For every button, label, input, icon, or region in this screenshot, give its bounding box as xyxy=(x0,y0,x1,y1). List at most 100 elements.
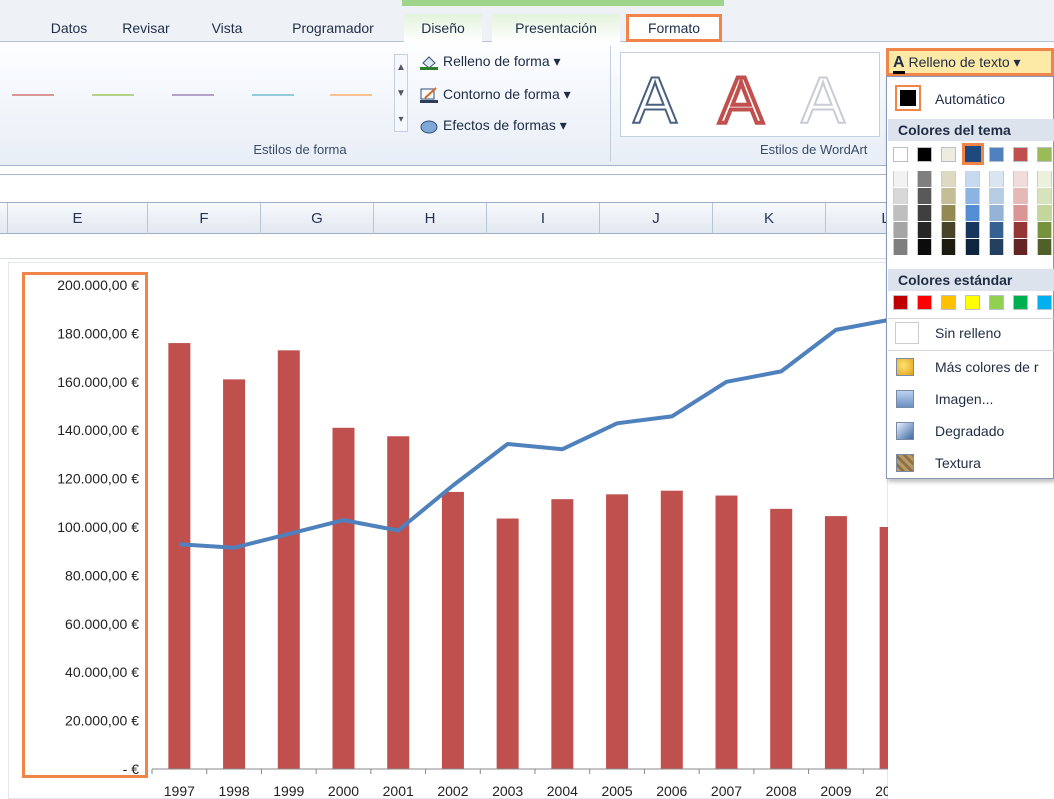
theme-shade-swatch[interactable] xyxy=(965,171,980,187)
column-header-J[interactable]: J xyxy=(600,203,713,234)
shape-fill-label: Relleno de forma ▾ xyxy=(443,53,561,69)
theme-shade-swatch[interactable] xyxy=(965,222,980,238)
theme-shade-swatch[interactable] xyxy=(941,205,956,221)
bar-2004[interactable] xyxy=(551,499,574,769)
theme-shade-swatch[interactable] xyxy=(941,188,956,204)
theme-shade-swatch[interactable] xyxy=(893,239,908,255)
theme-shade-swatch[interactable] xyxy=(965,188,980,204)
theme-shade-swatch[interactable] xyxy=(941,171,956,187)
column-header-G[interactable]: G xyxy=(261,203,374,234)
theme-shade-swatch[interactable] xyxy=(917,222,932,238)
theme-shade-swatch[interactable] xyxy=(1013,239,1028,255)
theme-shade-swatch[interactable] xyxy=(965,205,980,221)
bar-2009[interactable] xyxy=(824,516,847,769)
bar-1997[interactable] xyxy=(168,343,191,769)
theme-shade-swatch[interactable] xyxy=(1037,239,1052,255)
theme-color-swatch[interactable] xyxy=(1037,147,1052,162)
theme-color-swatch[interactable] xyxy=(917,147,932,162)
bar-2002[interactable] xyxy=(441,491,464,769)
theme-color-swatch[interactable] xyxy=(962,143,984,165)
line-style-preview[interactable] xyxy=(172,94,214,96)
tab-presentación[interactable]: Presentación xyxy=(492,14,620,42)
theme-shade-swatch[interactable] xyxy=(1037,171,1052,187)
wordart-gallery[interactable]: A A A xyxy=(620,52,880,139)
theme-shade-swatch[interactable] xyxy=(965,239,980,255)
theme-shade-swatch[interactable] xyxy=(917,205,932,221)
column-header-I[interactable]: I xyxy=(487,203,600,234)
bar-2003[interactable] xyxy=(496,518,519,769)
theme-shade-swatch[interactable] xyxy=(941,239,956,255)
standard-color-swatch[interactable] xyxy=(917,295,932,310)
theme-shade-swatch[interactable] xyxy=(917,239,932,255)
theme-shade-swatch[interactable] xyxy=(1013,205,1028,221)
bar-2005[interactable] xyxy=(606,494,629,769)
tab-formato[interactable]: Formato xyxy=(626,14,722,42)
theme-color-swatch[interactable] xyxy=(1013,147,1028,162)
theme-shade-swatch[interactable] xyxy=(893,222,908,238)
bar-2006[interactable] xyxy=(660,490,683,769)
bar-2001[interactable] xyxy=(387,436,410,769)
tab-diseño[interactable]: Diseño xyxy=(404,14,482,42)
line-style-preview[interactable] xyxy=(92,94,134,96)
gradient-item[interactable]: Degradado xyxy=(887,417,1054,445)
theme-shade-swatch[interactable] xyxy=(1013,188,1028,204)
corner-cell[interactable] xyxy=(0,203,8,234)
picture-item[interactable]: Imagen... xyxy=(887,385,1054,413)
theme-shade-swatch[interactable] xyxy=(893,188,908,204)
theme-shade-swatch[interactable] xyxy=(1037,205,1052,221)
column-header-H[interactable]: H xyxy=(374,203,487,234)
standard-color-swatch[interactable] xyxy=(893,295,908,310)
texture-item[interactable]: Textura xyxy=(887,449,1054,477)
theme-shade-swatch[interactable] xyxy=(893,205,908,221)
theme-shade-swatch[interactable] xyxy=(989,222,1004,238)
text-fill-icon: A xyxy=(893,54,905,74)
standard-color-swatch[interactable] xyxy=(1013,295,1028,310)
theme-color-swatch[interactable] xyxy=(989,147,1004,162)
standard-color-swatch[interactable] xyxy=(1037,295,1052,310)
tab-vista[interactable]: Vista xyxy=(192,14,262,42)
standard-color-swatch[interactable] xyxy=(989,295,1004,310)
x-axis-tick-label: 2009 xyxy=(820,783,851,799)
no-fill-item[interactable]: Sin relleno xyxy=(887,319,1054,347)
theme-shade-swatch[interactable] xyxy=(1037,222,1052,238)
line-style-preview[interactable] xyxy=(12,94,54,96)
gallery-scroll[interactable]: ▲ ▼ ▾ xyxy=(394,54,408,132)
theme-shade-swatch[interactable] xyxy=(917,188,932,204)
theme-color-swatch[interactable] xyxy=(941,147,956,162)
theme-shade-swatch[interactable] xyxy=(941,222,956,238)
theme-shade-swatch[interactable] xyxy=(1013,222,1028,238)
line-style-preview[interactable] xyxy=(330,94,372,96)
theme-shade-swatch[interactable] xyxy=(1037,188,1052,204)
theme-shade-swatch[interactable] xyxy=(1013,171,1028,187)
bar-1999[interactable] xyxy=(277,350,300,769)
theme-shade-swatch[interactable] xyxy=(989,239,1004,255)
bar-2010[interactable] xyxy=(879,527,888,769)
automatic-color-item[interactable]: Automático xyxy=(887,85,1054,113)
shape-style-gallery[interactable] xyxy=(0,52,390,137)
theme-shade-swatch[interactable] xyxy=(893,171,908,187)
tab-datos[interactable]: Datos xyxy=(34,14,104,42)
column-header-F[interactable]: F xyxy=(148,203,261,234)
tab-revisar[interactable]: Revisar xyxy=(106,14,186,42)
standard-color-swatch[interactable] xyxy=(941,295,956,310)
paint-bucket-icon xyxy=(420,54,438,71)
text-fill-button[interactable]: A Relleno de texto ▾ xyxy=(886,48,1054,76)
theme-shade-swatch[interactable] xyxy=(989,205,1004,221)
line-style-preview[interactable] xyxy=(252,94,294,96)
bar-1998[interactable] xyxy=(223,379,246,769)
shape-effects-button[interactable]: Efectos de formas ▾ xyxy=(420,114,567,136)
bar-2007[interactable] xyxy=(715,495,738,769)
bar-2008[interactable] xyxy=(770,508,793,769)
shape-fill-button[interactable]: Relleno de forma ▾ xyxy=(420,50,561,72)
theme-shade-swatch[interactable] xyxy=(989,171,1004,187)
column-header-K[interactable]: K xyxy=(713,203,826,234)
theme-shade-swatch[interactable] xyxy=(989,188,1004,204)
theme-shade-swatch[interactable] xyxy=(917,171,932,187)
tab-programador[interactable]: Programador xyxy=(268,14,398,42)
bar-2000[interactable] xyxy=(332,427,355,769)
column-header-E[interactable]: E xyxy=(8,203,148,234)
standard-color-swatch[interactable] xyxy=(965,295,980,310)
more-colors-item[interactable]: Más colores de r xyxy=(887,353,1054,381)
theme-color-swatch[interactable] xyxy=(893,147,908,162)
shape-outline-button[interactable]: Contorno de forma ▾ xyxy=(420,83,571,105)
